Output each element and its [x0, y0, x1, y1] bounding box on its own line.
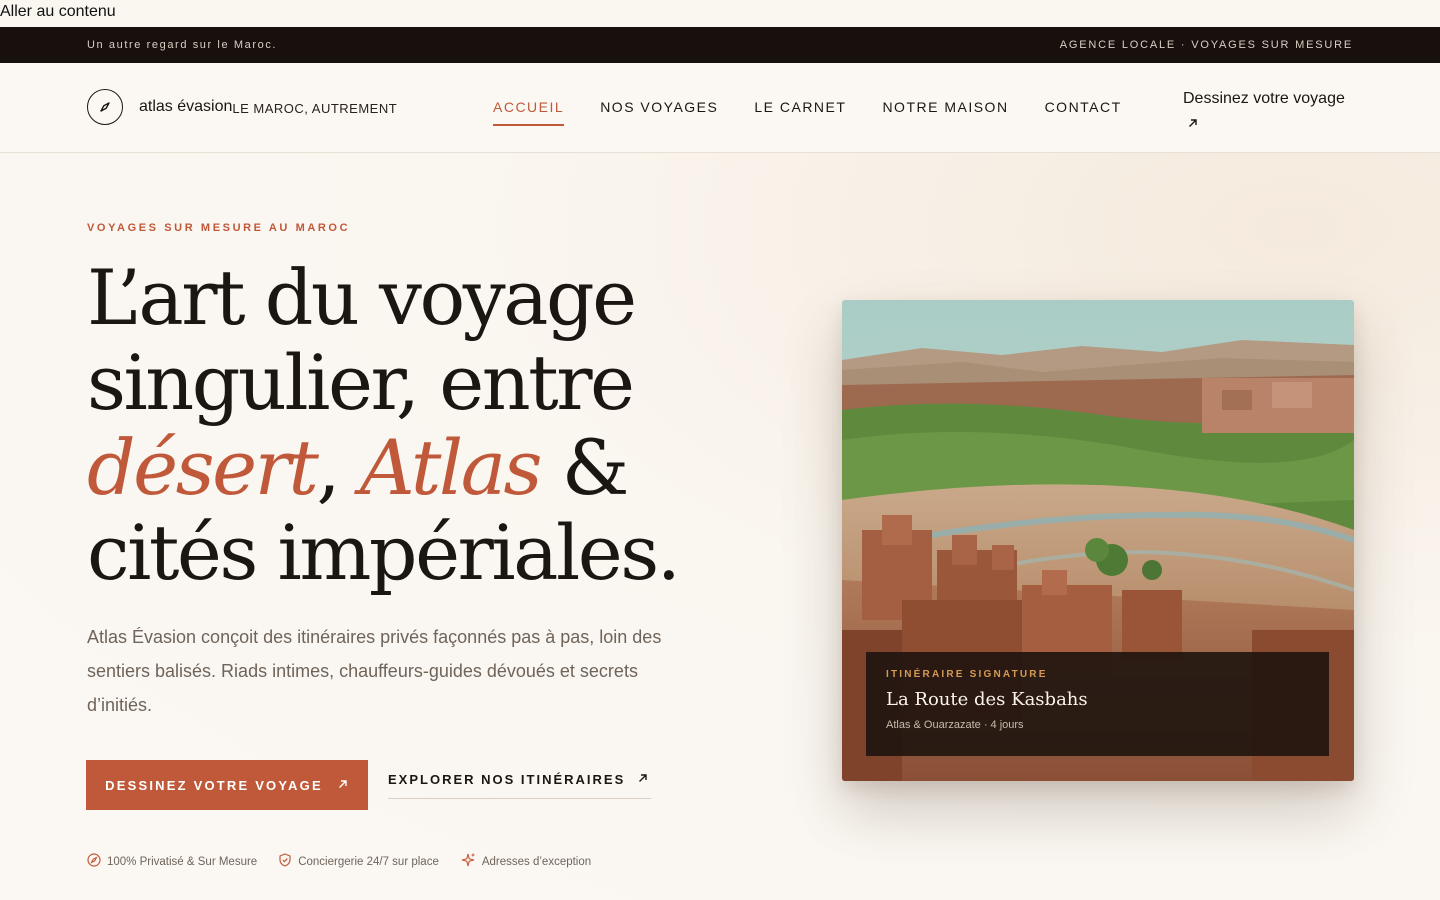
badge-label: Adresses d’exception: [481, 855, 592, 868]
top-announcement-bar: Un autre regard sur le Maroc. AGENCE LOC…: [0, 27, 1440, 63]
shield-check-icon: [278, 853, 298, 870]
headline-emphasis-atlas: Atlas: [359, 423, 543, 512]
nav-cta-button[interactable]: Dessinez votre voyage: [1183, 88, 1353, 136]
topbar-right-text: AGENCE LOCALE · VOYAGES SUR MESURE: [1059, 39, 1353, 51]
main-navigation: atlas évasion LE MAROC, AUTREMENT ACCUEI…: [0, 63, 1440, 153]
compass-logo-icon: [87, 89, 123, 125]
trust-badges: 100% Privatisé & Sur Mesure Conciergerie…: [87, 852, 612, 871]
primary-cta-label: DESSINEZ VOTRE VOYAGE: [105, 777, 323, 793]
nav-item-nos-voyages[interactable]: NOS VOYAGES: [600, 99, 718, 125]
brand-tagline: LE MAROC, AUTREMENT: [232, 100, 398, 116]
card-kicker: ITINÉRAIRE SIGNATURE: [886, 669, 1048, 680]
badge-label: 100% Privatisé & Sur Mesure: [107, 855, 258, 868]
nav-item-contact[interactable]: CONTACT: [1045, 99, 1122, 125]
badge-concierge: Conciergerie 24/7 sur place: [278, 853, 439, 870]
nav-item-le-carnet[interactable]: LE CARNET: [754, 99, 846, 125]
hero-eyebrow: VOYAGES SUR MESURE AU MAROC: [87, 222, 351, 234]
arrow-up-right-icon: [337, 778, 349, 793]
headline-separator: ,: [316, 423, 360, 512]
badge-private: 100% Privatisé & Sur Mesure: [87, 853, 257, 870]
card-caption: ITINÉRAIRE SIGNATURE La Route des Kasbah…: [866, 652, 1329, 756]
topbar-tagline: Un autre regard sur le Maroc.: [87, 39, 278, 51]
hero-headline: L’art du voyage singulier, entre désert,…: [87, 255, 807, 595]
arrow-up-right-icon: [637, 772, 649, 787]
skip-to-content-link[interactable]: Aller au contenu: [0, 3, 116, 21]
featured-itinerary-card[interactable]: ITINÉRAIRE SIGNATURE La Route des Kasbah…: [842, 300, 1354, 781]
card-title: La Route des Kasbahs: [886, 689, 1088, 710]
nav-item-notre-maison[interactable]: NOTRE MAISON: [882, 99, 1008, 125]
card-meta: Atlas & Ouarzazate · 4 jours: [886, 719, 1024, 731]
primary-menu: ACCUEIL NOS VOYAGES LE CARNET NOTRE MAIS…: [493, 99, 1158, 126]
nav-cta-label: Dessinez votre voyage: [1183, 90, 1345, 107]
arrow-up-right-icon: [1187, 114, 1199, 136]
design-your-trip-button[interactable]: DESSINEZ VOTRE VOYAGE: [86, 760, 368, 810]
compass-icon: [87, 853, 107, 870]
sparkle-icon: [460, 852, 482, 871]
headline-emphasis-desert: désert: [87, 423, 319, 512]
nav-item-accueil[interactable]: ACCUEIL: [493, 99, 565, 126]
badge-addresses: Adresses d’exception: [460, 852, 591, 871]
explore-itineraries-link[interactable]: EXPLORER NOS ITINÉRAIRES: [388, 772, 652, 799]
brand-logo-link[interactable]: atlas évasion LE MAROC, AUTREMENT: [87, 89, 397, 125]
hero-lede: Atlas Évasion conçoit des itinéraires pr…: [87, 627, 662, 715]
headline-text-1: L’art du voyage singulier, entre: [87, 253, 637, 427]
brand-name: atlas évasion: [139, 98, 233, 115]
badge-label: Conciergerie 24/7 sur place: [298, 855, 439, 868]
secondary-cta-label: EXPLORER NOS ITINÉRAIRES: [388, 772, 626, 787]
